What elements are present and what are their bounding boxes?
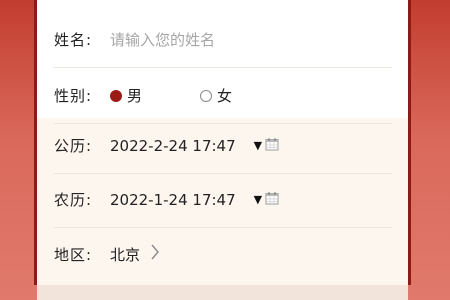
gender-row: 性别: 男 女 — [54, 68, 392, 124]
calendar-icon[interactable] — [265, 137, 279, 155]
solar-date-row: 公历: 2022-2-24 17:47 ▼ — [54, 118, 392, 174]
name-label: 姓名: — [54, 31, 93, 49]
region-value: 北京 — [110, 245, 141, 264]
gender-radio-group: 男 女 — [110, 85, 290, 106]
solar-date-label: 公历: — [54, 137, 93, 155]
region-row: 地区: 北京 — [54, 226, 392, 282]
gender-female-label: 女 — [217, 87, 233, 105]
next-section-edge — [37, 285, 408, 300]
radio-checked-icon — [110, 89, 122, 102]
lunar-date-label: 农历: — [54, 191, 93, 209]
triangle-down-icon: ▼ — [253, 193, 263, 206]
calendar-icon[interactable] — [265, 191, 279, 209]
gender-male-label: 男 — [127, 87, 143, 105]
lunar-date-row: 农历: 2022-1-24 17:47 ▼ — [54, 172, 392, 228]
region-selector[interactable]: 北京 — [110, 244, 160, 265]
gender-radio-male[interactable]: 男 — [110, 85, 142, 106]
chevron-right-icon — [150, 244, 160, 264]
solar-date-picker[interactable]: 2022-2-24 17:47 ▼ — [110, 137, 279, 155]
name-input[interactable]: 请输入您的姓名 — [110, 29, 215, 50]
triangle-down-icon: ▼ — [253, 139, 263, 152]
gender-radio-female[interactable]: 女 — [200, 85, 232, 106]
name-row: 姓名: 请输入您的姓名 — [54, 12, 392, 68]
gender-label: 性别: — [54, 87, 93, 105]
lunar-date-value: 2022-1-24 17:47 — [110, 190, 236, 209]
region-label: 地区: — [54, 245, 93, 264]
solar-date-value: 2022-2-24 17:47 — [110, 136, 236, 155]
form-card: 姓名: 请输入您的姓名 性别: 男 女 公历: 2022-2-24 17:47 … — [34, 0, 411, 285]
radio-unchecked-icon — [200, 89, 213, 102]
lunar-date-picker[interactable]: 2022-1-24 17:47 ▼ — [110, 191, 279, 209]
